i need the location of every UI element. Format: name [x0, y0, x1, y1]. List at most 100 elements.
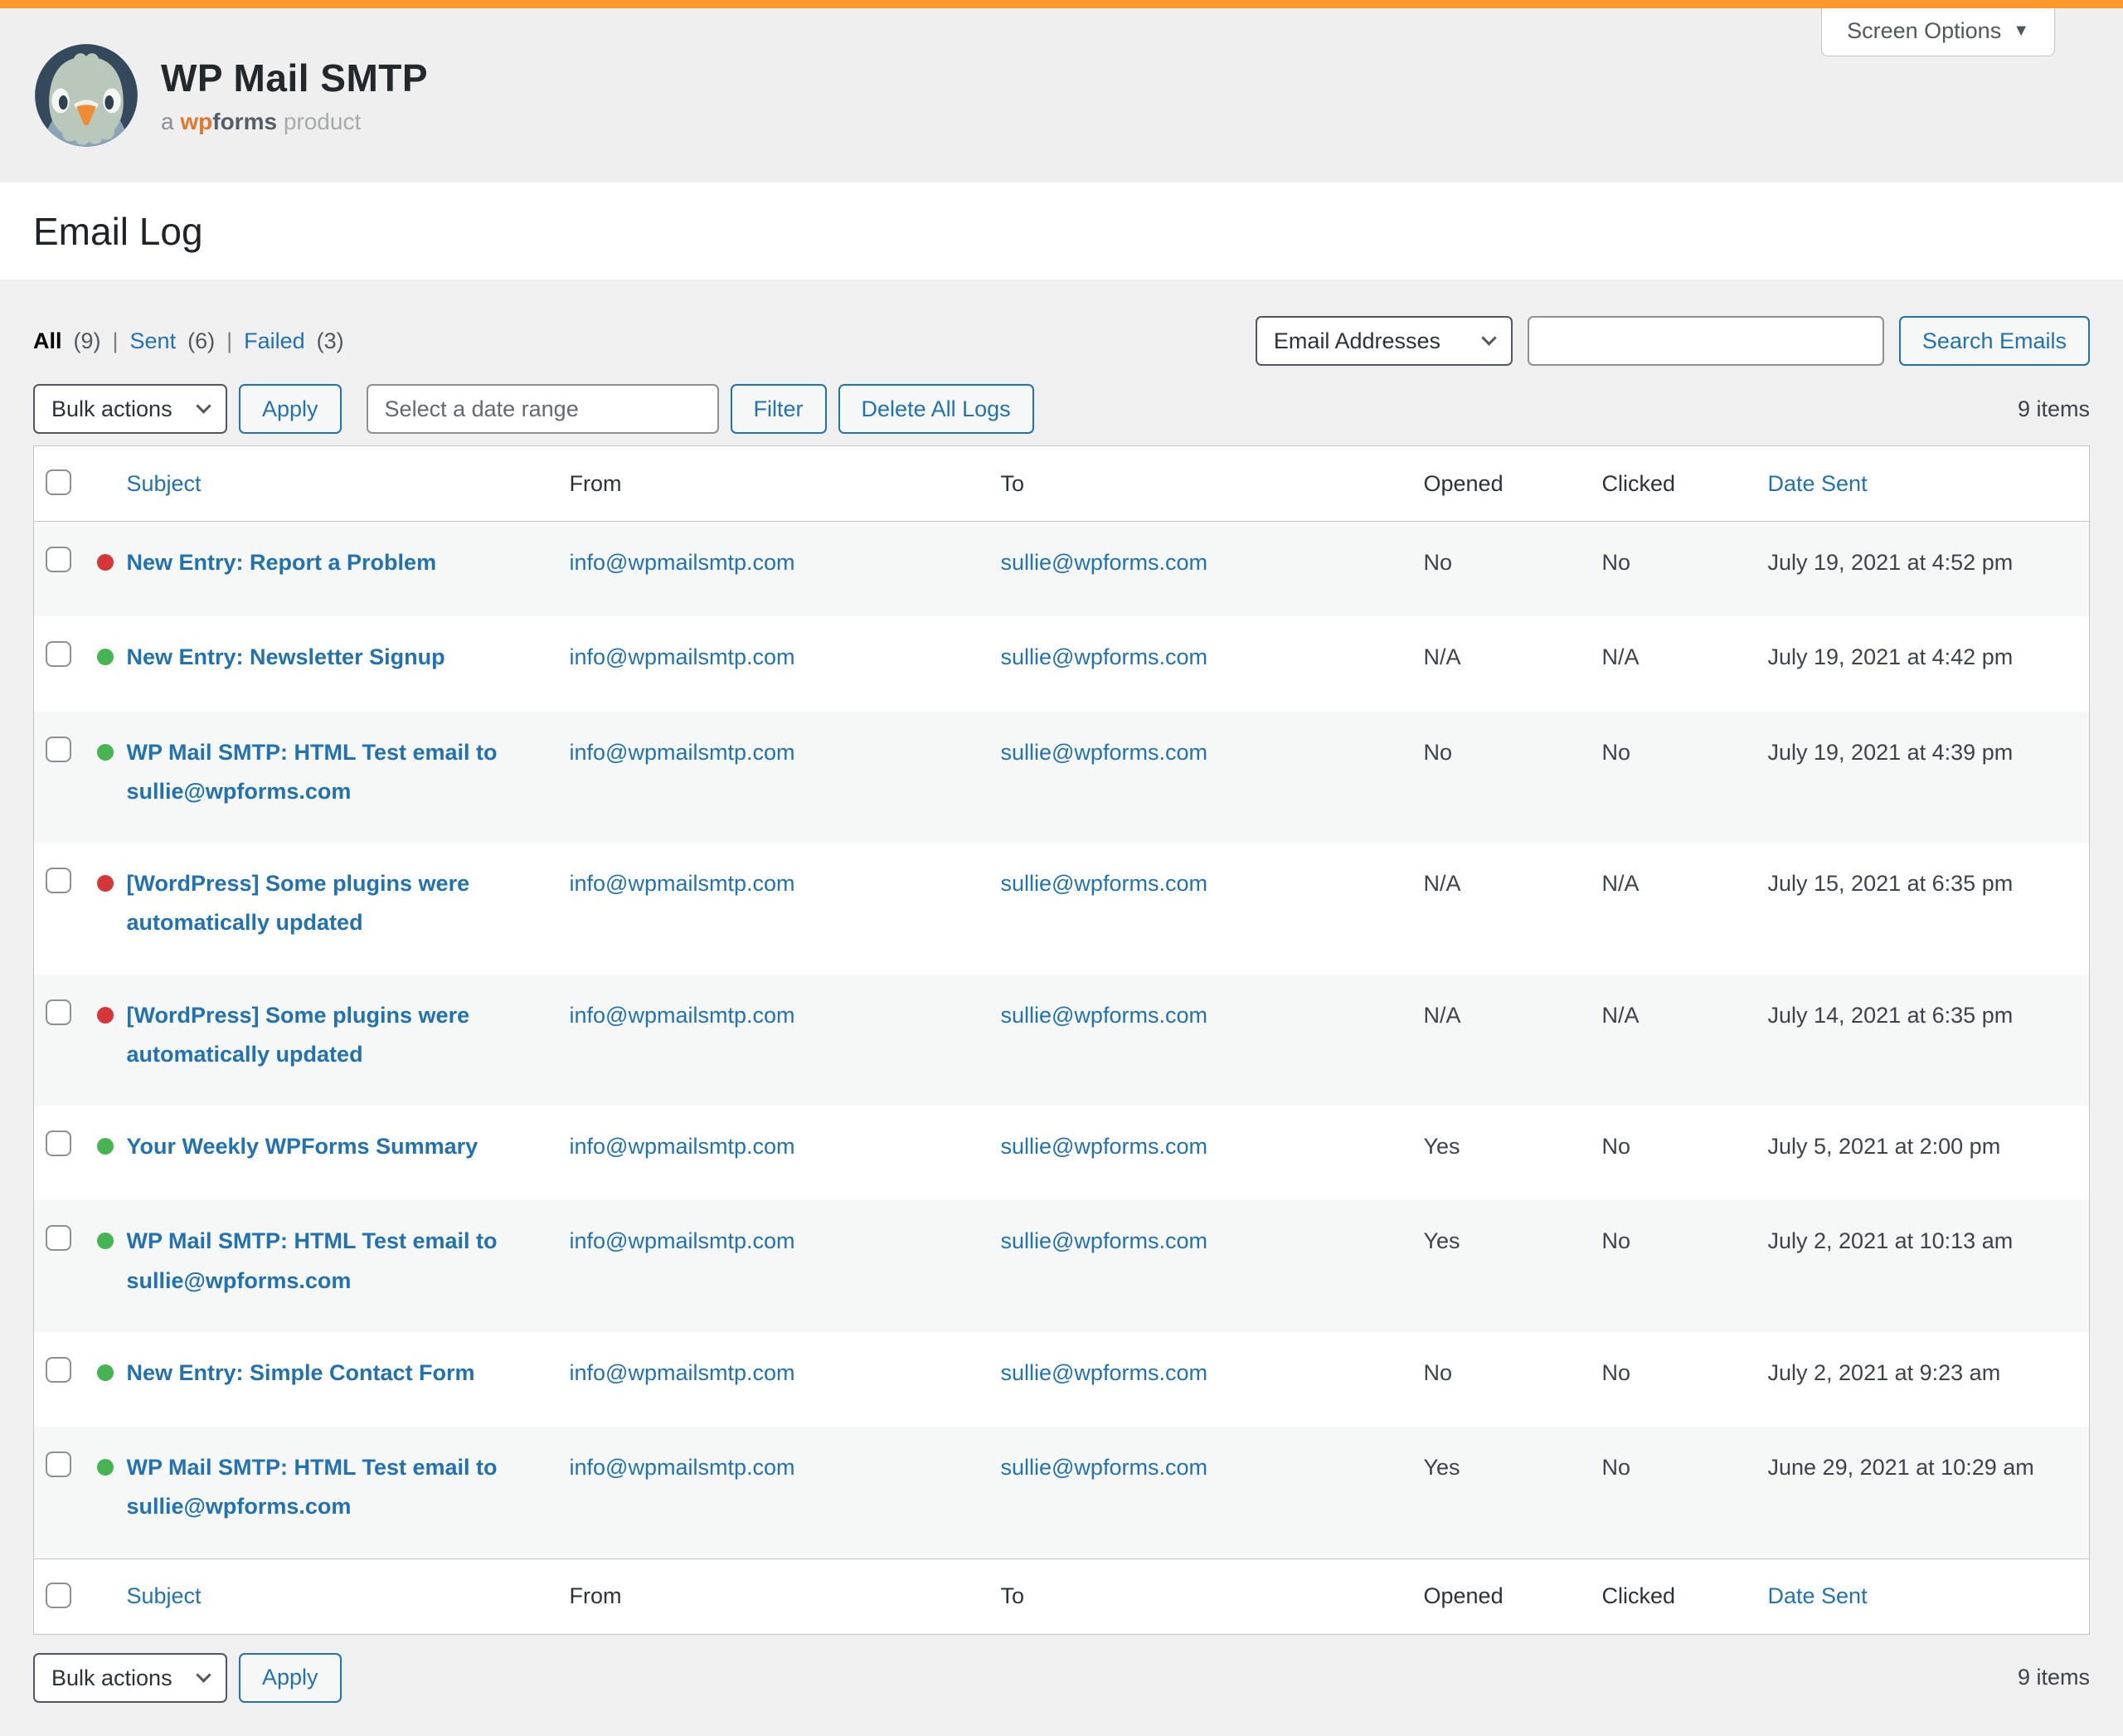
bulk-actions-select[interactable]: Bulk actions — [33, 384, 227, 434]
from-link[interactable]: info@wpmailsmtp.com — [570, 550, 795, 575]
filter-sent-count: (6) — [187, 328, 215, 354]
opened-cell: Yes — [1424, 1200, 1602, 1332]
apply-button-bottom[interactable]: Apply — [239, 1653, 342, 1703]
filter-separator: | — [113, 328, 119, 354]
search-field-select[interactable]: Email Addresses — [1256, 316, 1513, 366]
subject-link[interactable]: WP Mail SMTP: HTML Test email to sullie@… — [127, 733, 561, 812]
items-count-top: 9 items — [2018, 396, 2090, 422]
row-checkbox[interactable] — [46, 547, 71, 572]
header-to: To — [1001, 446, 1424, 522]
table-row: WP Mail SMTP: HTML Test email to sullie@… — [34, 1200, 2090, 1332]
wp-mail-smtp-logo-icon — [33, 42, 139, 148]
table-row: [WordPress] Some plugins were automatica… — [34, 843, 2090, 975]
chevron-down-icon: ▼ — [2013, 22, 2029, 41]
brand-tagline: a wpforms product — [161, 109, 428, 135]
table-footer-row: Subject From To Opened Clicked Date Sent — [34, 1559, 2090, 1634]
search-input[interactable] — [1528, 316, 1884, 366]
status-dot-icon — [97, 875, 114, 892]
to-link[interactable]: sullie@wpforms.com — [1001, 871, 1207, 896]
from-link[interactable]: info@wpmailsmtp.com — [570, 1134, 795, 1159]
from-link[interactable]: info@wpmailsmtp.com — [570, 1228, 795, 1253]
bulk-actions-select-bottom[interactable]: Bulk actions — [33, 1653, 227, 1703]
filter-failed-link[interactable]: Failed — [244, 328, 305, 354]
from-link[interactable]: info@wpmailsmtp.com — [570, 1360, 795, 1385]
to-link[interactable]: sullie@wpforms.com — [1001, 1360, 1207, 1385]
row-checkbox[interactable] — [46, 1225, 71, 1251]
footer-clicked: Clicked — [1602, 1559, 1768, 1634]
row-checkbox[interactable] — [46, 737, 71, 762]
table-header-row: Subject From To Opened Clicked Date Sent — [34, 446, 2090, 522]
page-title: Email Log — [33, 209, 203, 254]
row-checkbox[interactable] — [46, 1452, 71, 1477]
row-checkbox[interactable] — [46, 868, 71, 893]
subject-link[interactable]: WP Mail SMTP: HTML Test email to sullie@… — [127, 1448, 561, 1527]
bulk-actions-select-bottom-wrap: Bulk actions — [33, 1653, 227, 1703]
clicked-cell: N/A — [1602, 843, 1768, 975]
to-link[interactable]: sullie@wpforms.com — [1001, 1003, 1207, 1028]
status-dot-icon — [97, 1007, 114, 1024]
status-dot-icon — [97, 1364, 114, 1381]
from-link[interactable]: info@wpmailsmtp.com — [570, 644, 795, 669]
sort-date-sent-link[interactable]: Date Sent — [1768, 471, 1868, 496]
top-actions: Bulk actions Apply Filter Delete All Log… — [33, 384, 1034, 434]
table-row: WP Mail SMTP: HTML Test email to sullie@… — [34, 712, 2090, 844]
status-dot-icon — [97, 1459, 114, 1476]
search-field-select-wrap: Email Addresses — [1256, 316, 1513, 366]
subject-link[interactable]: [WordPress] Some plugins were automatica… — [127, 864, 561, 943]
date-sent-cell: July 2, 2021 at 9:23 am — [1768, 1332, 2090, 1427]
opened-cell: N/A — [1424, 843, 1602, 975]
select-all-checkbox[interactable] — [46, 469, 71, 495]
select-all-checkbox-bottom[interactable] — [46, 1583, 71, 1608]
filter-all-link[interactable]: All — [33, 328, 62, 354]
search-emails-button[interactable]: Search Emails — [1899, 316, 2090, 366]
to-link[interactable]: sullie@wpforms.com — [1001, 1134, 1207, 1159]
subject-link[interactable]: Your Weekly WPForms Summary — [127, 1127, 479, 1166]
date-range-input[interactable] — [367, 384, 719, 434]
apply-button[interactable]: Apply — [239, 384, 342, 434]
from-link[interactable]: info@wpmailsmtp.com — [570, 740, 795, 765]
sort-subject-link[interactable]: Subject — [127, 471, 202, 496]
sort-subject-link-bottom[interactable]: Subject — [127, 1583, 202, 1608]
bottom-actions: Bulk actions Apply — [33, 1653, 342, 1703]
date-sent-cell: June 29, 2021 at 10:29 am — [1768, 1427, 2090, 1559]
table-row: [WordPress] Some plugins were automatica… — [34, 975, 2090, 1106]
from-link[interactable]: info@wpmailsmtp.com — [570, 871, 795, 896]
opened-cell: Yes — [1424, 1427, 1602, 1559]
to-link[interactable]: sullie@wpforms.com — [1001, 1455, 1207, 1480]
from-link[interactable]: info@wpmailsmtp.com — [570, 1455, 795, 1480]
filter-button[interactable]: Filter — [731, 384, 827, 434]
status-dot-icon — [97, 744, 114, 761]
delete-all-logs-button[interactable]: Delete All Logs — [838, 384, 1034, 434]
to-link[interactable]: sullie@wpforms.com — [1001, 550, 1207, 575]
subject-link[interactable]: New Entry: Simple Contact Form — [127, 1354, 475, 1393]
to-link[interactable]: sullie@wpforms.com — [1001, 644, 1207, 669]
row-checkbox[interactable] — [46, 641, 71, 667]
row-checkbox[interactable] — [46, 999, 71, 1025]
status-dot-icon — [97, 649, 114, 665]
table-row: New Entry: Simple Contact Form info@wpma… — [34, 1332, 2090, 1427]
row-checkbox[interactable] — [46, 1131, 71, 1156]
subject-link[interactable]: New Entry: Newsletter Signup — [127, 638, 445, 677]
subject-link[interactable]: New Entry: Report a Problem — [127, 543, 437, 582]
to-link[interactable]: sullie@wpforms.com — [1001, 740, 1207, 765]
opened-cell: No — [1424, 522, 1602, 617]
row-checkbox[interactable] — [46, 1357, 71, 1383]
date-sent-cell: July 2, 2021 at 10:13 am — [1768, 1200, 2090, 1332]
bulk-actions-select-wrap: Bulk actions — [33, 384, 227, 434]
date-sent-cell: July 14, 2021 at 6:35 pm — [1768, 975, 2090, 1106]
table-row: New Entry: Report a Problem info@wpmails… — [34, 522, 2090, 617]
clicked-cell: N/A — [1602, 975, 1768, 1106]
brand-title: WP Mail SMTP — [161, 56, 428, 100]
screen-options-label: Screen Options — [1847, 18, 2001, 44]
subject-link[interactable]: [WordPress] Some plugins were automatica… — [127, 996, 561, 1075]
title-band: Email Log — [0, 182, 2123, 280]
to-link[interactable]: sullie@wpforms.com — [1001, 1228, 1207, 1253]
status-filter-links: All (9) | Sent (6) | Failed (3) — [33, 328, 344, 354]
filter-sent-link[interactable]: Sent — [130, 328, 177, 354]
from-link[interactable]: info@wpmailsmtp.com — [570, 1003, 795, 1028]
subject-link[interactable]: WP Mail SMTP: HTML Test email to sullie@… — [127, 1222, 561, 1301]
items-count-bottom: 9 items — [2018, 1665, 2090, 1690]
sort-date-sent-link-bottom[interactable]: Date Sent — [1768, 1583, 1868, 1608]
plugin-header: WP Mail SMTP a wpforms product — [0, 8, 2123, 182]
screen-options-button[interactable]: Screen Options ▼ — [1821, 8, 2055, 56]
